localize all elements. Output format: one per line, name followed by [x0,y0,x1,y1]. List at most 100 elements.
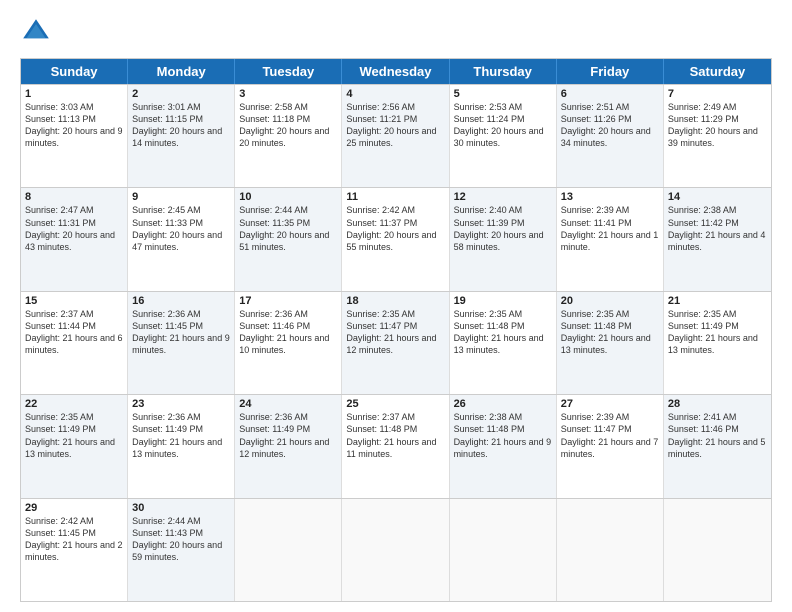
day-number: 25 [346,398,444,410]
cal-cell [235,499,342,601]
week-row-4: 22Sunrise: 2:35 AM Sunset: 11:49 PM Dayl… [21,394,771,497]
day-info: Sunrise: 2:42 AM Sunset: 11:37 PM Daylig… [346,204,444,253]
day-number: 3 [239,88,337,100]
cal-cell: 23Sunrise: 2:36 AM Sunset: 11:49 PM Dayl… [128,395,235,497]
day-number: 23 [132,398,230,410]
cal-cell: 7Sunrise: 2:49 AM Sunset: 11:29 PM Dayli… [664,85,771,187]
day-number: 18 [346,295,444,307]
cal-cell: 26Sunrise: 2:38 AM Sunset: 11:48 PM Dayl… [450,395,557,497]
day-info: Sunrise: 2:36 AM Sunset: 11:46 PM Daylig… [239,308,337,357]
day-number: 16 [132,295,230,307]
day-info: Sunrise: 2:38 AM Sunset: 11:42 PM Daylig… [668,204,767,253]
day-number: 26 [454,398,552,410]
day-info: Sunrise: 2:35 AM Sunset: 11:49 PM Daylig… [25,411,123,460]
day-info: Sunrise: 2:36 AM Sunset: 11:49 PM Daylig… [239,411,337,460]
day-number: 20 [561,295,659,307]
day-number: 17 [239,295,337,307]
day-info: Sunrise: 2:36 AM Sunset: 11:49 PM Daylig… [132,411,230,460]
day-number: 13 [561,191,659,203]
day-info: Sunrise: 2:53 AM Sunset: 11:24 PM Daylig… [454,101,552,150]
cal-cell: 18Sunrise: 2:35 AM Sunset: 11:47 PM Dayl… [342,292,449,394]
day-info: Sunrise: 2:44 AM Sunset: 11:43 PM Daylig… [132,515,230,564]
header-day-thursday: Thursday [450,59,557,84]
day-info: Sunrise: 3:01 AM Sunset: 11:15 PM Daylig… [132,101,230,150]
cal-cell [450,499,557,601]
cal-cell: 10Sunrise: 2:44 AM Sunset: 11:35 PM Dayl… [235,188,342,290]
day-number: 21 [668,295,767,307]
day-number: 15 [25,295,123,307]
day-number: 4 [346,88,444,100]
cal-cell [342,499,449,601]
day-number: 8 [25,191,123,203]
cal-cell: 25Sunrise: 2:37 AM Sunset: 11:48 PM Dayl… [342,395,449,497]
day-number: 2 [132,88,230,100]
day-number: 11 [346,191,444,203]
day-info: Sunrise: 2:37 AM Sunset: 11:44 PM Daylig… [25,308,123,357]
day-info: Sunrise: 2:35 AM Sunset: 11:49 PM Daylig… [668,308,767,357]
header-day-tuesday: Tuesday [235,59,342,84]
cal-cell: 2Sunrise: 3:01 AM Sunset: 11:15 PM Dayli… [128,85,235,187]
week-row-1: 1Sunrise: 3:03 AM Sunset: 11:13 PM Dayli… [21,84,771,187]
header [20,16,772,48]
cal-cell: 5Sunrise: 2:53 AM Sunset: 11:24 PM Dayli… [450,85,557,187]
header-day-wednesday: Wednesday [342,59,449,84]
cal-cell: 3Sunrise: 2:58 AM Sunset: 11:18 PM Dayli… [235,85,342,187]
day-info: Sunrise: 2:58 AM Sunset: 11:18 PM Daylig… [239,101,337,150]
day-info: Sunrise: 2:38 AM Sunset: 11:48 PM Daylig… [454,411,552,460]
day-number: 14 [668,191,767,203]
day-info: Sunrise: 2:44 AM Sunset: 11:35 PM Daylig… [239,204,337,253]
cal-cell: 13Sunrise: 2:39 AM Sunset: 11:41 PM Dayl… [557,188,664,290]
cal-cell: 27Sunrise: 2:39 AM Sunset: 11:47 PM Dayl… [557,395,664,497]
cal-cell: 1Sunrise: 3:03 AM Sunset: 11:13 PM Dayli… [21,85,128,187]
day-number: 28 [668,398,767,410]
cal-cell: 24Sunrise: 2:36 AM Sunset: 11:49 PM Dayl… [235,395,342,497]
day-info: Sunrise: 2:42 AM Sunset: 11:45 PM Daylig… [25,515,123,564]
cal-cell: 28Sunrise: 2:41 AM Sunset: 11:46 PM Dayl… [664,395,771,497]
week-row-3: 15Sunrise: 2:37 AM Sunset: 11:44 PM Dayl… [21,291,771,394]
cal-cell: 12Sunrise: 2:40 AM Sunset: 11:39 PM Dayl… [450,188,557,290]
day-number: 5 [454,88,552,100]
cal-cell: 4Sunrise: 2:56 AM Sunset: 11:21 PM Dayli… [342,85,449,187]
day-info: Sunrise: 2:39 AM Sunset: 11:47 PM Daylig… [561,411,659,460]
day-info: Sunrise: 2:39 AM Sunset: 11:41 PM Daylig… [561,204,659,253]
day-number: 24 [239,398,337,410]
cal-cell: 16Sunrise: 2:36 AM Sunset: 11:45 PM Dayl… [128,292,235,394]
day-info: Sunrise: 2:45 AM Sunset: 11:33 PM Daylig… [132,204,230,253]
calendar-body: 1Sunrise: 3:03 AM Sunset: 11:13 PM Dayli… [21,84,771,601]
header-day-monday: Monday [128,59,235,84]
day-number: 10 [239,191,337,203]
cal-cell [664,499,771,601]
day-info: Sunrise: 3:03 AM Sunset: 11:13 PM Daylig… [25,101,123,150]
day-number: 27 [561,398,659,410]
header-day-saturday: Saturday [664,59,771,84]
cal-cell: 29Sunrise: 2:42 AM Sunset: 11:45 PM Dayl… [21,499,128,601]
cal-cell: 20Sunrise: 2:35 AM Sunset: 11:48 PM Dayl… [557,292,664,394]
cal-cell: 30Sunrise: 2:44 AM Sunset: 11:43 PM Dayl… [128,499,235,601]
day-info: Sunrise: 2:41 AM Sunset: 11:46 PM Daylig… [668,411,767,460]
day-info: Sunrise: 2:51 AM Sunset: 11:26 PM Daylig… [561,101,659,150]
day-number: 19 [454,295,552,307]
day-number: 12 [454,191,552,203]
day-number: 30 [132,502,230,514]
day-number: 1 [25,88,123,100]
page: SundayMondayTuesdayWednesdayThursdayFrid… [0,0,792,612]
day-info: Sunrise: 2:47 AM Sunset: 11:31 PM Daylig… [25,204,123,253]
cal-cell: 15Sunrise: 2:37 AM Sunset: 11:44 PM Dayl… [21,292,128,394]
cal-cell: 19Sunrise: 2:35 AM Sunset: 11:48 PM Dayl… [450,292,557,394]
cal-cell: 8Sunrise: 2:47 AM Sunset: 11:31 PM Dayli… [21,188,128,290]
header-day-sunday: Sunday [21,59,128,84]
week-row-5: 29Sunrise: 2:42 AM Sunset: 11:45 PM Dayl… [21,498,771,601]
cal-cell: 9Sunrise: 2:45 AM Sunset: 11:33 PM Dayli… [128,188,235,290]
day-number: 22 [25,398,123,410]
cal-cell: 14Sunrise: 2:38 AM Sunset: 11:42 PM Dayl… [664,188,771,290]
logo-icon [20,16,52,48]
day-info: Sunrise: 2:35 AM Sunset: 11:48 PM Daylig… [561,308,659,357]
cal-cell: 17Sunrise: 2:36 AM Sunset: 11:46 PM Dayl… [235,292,342,394]
cal-cell: 11Sunrise: 2:42 AM Sunset: 11:37 PM Dayl… [342,188,449,290]
cal-cell [557,499,664,601]
calendar: SundayMondayTuesdayWednesdayThursdayFrid… [20,58,772,602]
cal-cell: 21Sunrise: 2:35 AM Sunset: 11:49 PM Dayl… [664,292,771,394]
day-info: Sunrise: 2:36 AM Sunset: 11:45 PM Daylig… [132,308,230,357]
day-info: Sunrise: 2:56 AM Sunset: 11:21 PM Daylig… [346,101,444,150]
cal-cell: 6Sunrise: 2:51 AM Sunset: 11:26 PM Dayli… [557,85,664,187]
